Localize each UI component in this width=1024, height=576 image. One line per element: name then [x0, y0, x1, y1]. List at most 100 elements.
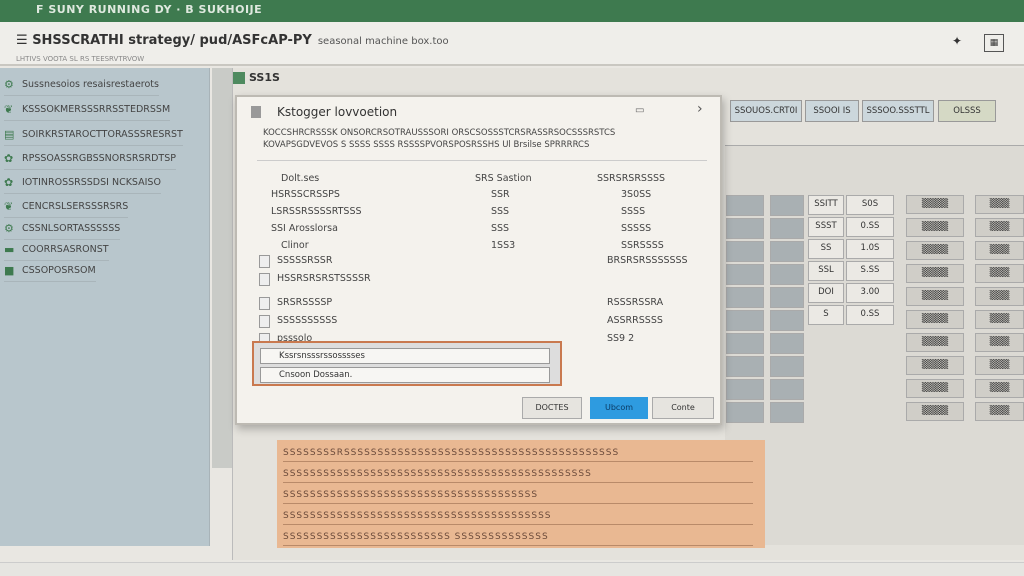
- sidebar-item-label: SOIRKRSTAROCTTORASSSRESRST: [22, 129, 183, 140]
- grid-cell[interactable]: [726, 356, 764, 377]
- primary-button[interactable]: Ubcom: [590, 397, 648, 419]
- grid-id-cell[interactable]: SSITT: [808, 195, 844, 215]
- sidebar-item[interactable]: ✿ RPSSOASSRGBSSNORSRSRDTSP: [4, 150, 176, 170]
- grid-cell[interactable]: [726, 287, 764, 308]
- checkbox[interactable]: [259, 297, 270, 310]
- window-icon: [251, 106, 261, 118]
- grid-cell[interactable]: ▒▒▒: [975, 195, 1024, 214]
- grid-value-cell[interactable]: 0.SS: [846, 305, 894, 325]
- grid-id-cell[interactable]: SSST: [808, 217, 844, 237]
- grid-cell[interactable]: ▒▒▒: [975, 287, 1024, 306]
- grid-cell[interactable]: ▒▒▒▒: [906, 287, 964, 306]
- row-value: SSSS: [621, 206, 646, 217]
- sidebar-item[interactable]: ▬ COORRSASRONST: [4, 241, 109, 261]
- grid-cell[interactable]: ▒▒▒▒: [906, 356, 964, 375]
- sidebar-item[interactable]: ❦ CENCRSLSERSSSRSRS: [4, 198, 129, 218]
- title-tail: seasonal machine box.too: [317, 36, 449, 47]
- grid-cell[interactable]: ▒▒▒: [975, 379, 1024, 398]
- sidebar-item[interactable]: ✿ IOTINROSSRSSDSI NCKSAISO: [4, 174, 161, 194]
- grid-cell[interactable]: ▒▒▒▒: [906, 310, 964, 329]
- grid-cell[interactable]: [726, 195, 764, 216]
- table-row[interactable]: SSSSSSSSSSSSSSSSSSSSSSSSSSSSSSSSSSSSSSSS…: [283, 465, 753, 483]
- grid-value-cell[interactable]: 1.0S: [846, 239, 894, 259]
- grid-cell[interactable]: [726, 333, 764, 354]
- grid-tab[interactable]: SSOUOS.CRT0I: [730, 100, 802, 122]
- grid-id-cell[interactable]: S: [808, 305, 844, 325]
- grid-cell[interactable]: ▒▒▒▒: [906, 402, 964, 421]
- grid-tab[interactable]: SSSOO.SSSTTL: [862, 100, 934, 122]
- grid-cell[interactable]: ▒▒▒: [975, 264, 1024, 283]
- sidebar-item-label: Sussnesoios resaisrestaerots: [22, 79, 159, 90]
- grid-cell[interactable]: [726, 402, 764, 423]
- checkbox[interactable]: [259, 315, 270, 328]
- grid-id-cell[interactable]: SSL: [808, 261, 844, 281]
- grid-cell[interactable]: ▒▒▒▒: [906, 379, 964, 398]
- table-row[interactable]: SSSSSSSSRSSSSSSSSSSSSSSSSSSSSSSSSSSSSSSS…: [283, 444, 753, 462]
- sidebar-item[interactable]: ⚙ CSSNLSORTASSSSSS: [4, 220, 121, 240]
- menu-icon[interactable]: ☰: [16, 33, 28, 48]
- grid-cell[interactable]: [770, 379, 804, 400]
- grid-cell[interactable]: [770, 241, 804, 262]
- grid-cell[interactable]: [770, 218, 804, 239]
- table-row[interactable]: SSSSSSSSSSSSSSSSSSSSSSSSSSSSSSSSSSSSSS: [283, 486, 753, 504]
- grid-id-cell[interactable]: SS: [808, 239, 844, 259]
- grid-cell[interactable]: [770, 264, 804, 285]
- sidebar-item-label: CSSNLSORTASSSSSS: [22, 223, 121, 234]
- pin-icon[interactable]: ✦: [947, 34, 967, 52]
- grid-cell[interactable]: [726, 218, 764, 239]
- grid-cell[interactable]: ▒▒▒▒: [906, 333, 964, 352]
- grid-cell[interactable]: ▒▒▒▒: [906, 264, 964, 283]
- restore-icon[interactable]: ▭: [635, 105, 644, 116]
- table-row[interactable]: SSSSSSSSSSSSSSSSSSSSSSSSSSSSSSSSSSSSSSSS: [283, 507, 753, 525]
- sidebar-item[interactable]: ⚙ Sussnesoios resaisrestaerots: [4, 76, 159, 96]
- check-label: SSSSSRSSR: [277, 255, 333, 266]
- checkbox[interactable]: [259, 255, 270, 268]
- row-label: HSRSSCRSSPS: [271, 189, 340, 200]
- grid-cell[interactable]: [770, 287, 804, 308]
- grid-cell[interactable]: [770, 356, 804, 377]
- grid-value-cell[interactable]: 0.SS: [846, 217, 894, 237]
- title-text: SHSSCRATHI strategy/ pud/ASFcAP-PY: [32, 33, 312, 48]
- grid-cell[interactable]: [726, 241, 764, 262]
- grid-cell[interactable]: [726, 379, 764, 400]
- grid-cell[interactable]: ▒▒▒: [975, 218, 1024, 237]
- scrollbar[interactable]: [212, 68, 232, 468]
- sidebar-item[interactable]: ▤ SOIRKRSTAROCTTORASSSRESRST: [4, 126, 183, 146]
- table-row[interactable]: SSSSSSSSSSSSSSSSSSSSSSSSS SSSSSSSSSSSSSS: [283, 528, 753, 546]
- grid-cell[interactable]: ▒▒▒▒: [906, 195, 964, 214]
- cancel-button[interactable]: Conte: [652, 397, 714, 419]
- sidebar-item[interactable]: ❦ KSSSOKMERSSSRRSSTEDRSSM: [4, 101, 171, 121]
- chevron-right-icon[interactable]: ›: [697, 101, 703, 117]
- folder-icon: ▬: [4, 243, 15, 256]
- grid-tab[interactable]: OLSSS: [938, 100, 996, 122]
- grid-cell[interactable]: [726, 310, 764, 331]
- check-value: SS9 2: [607, 333, 635, 344]
- sidebar-item-label: COORRSASRONST: [22, 244, 109, 255]
- grid-cell[interactable]: ▒▒▒: [975, 241, 1024, 260]
- sidebar-item[interactable]: ■ CSSOPOSRSOM: [4, 262, 96, 282]
- grid-cell[interactable]: ▒▒▒: [975, 333, 1024, 352]
- grid-cell[interactable]: ▒▒▒: [975, 310, 1024, 329]
- grid-cell[interactable]: [770, 402, 804, 423]
- grid-cell[interactable]: ▒▒▒▒: [906, 218, 964, 237]
- list-option[interactable]: Kssrsnsssrssosssses: [260, 348, 550, 364]
- grid-icon[interactable]: ▦: [984, 34, 1004, 52]
- sidebar-item-label: CSSOPOSRSOM: [22, 265, 96, 276]
- grid-value-cell[interactable]: S0S: [846, 195, 894, 215]
- secondary-button[interactable]: DOCTES: [522, 397, 582, 419]
- row-label: LSRSSRSSSSRTSSS: [271, 206, 362, 217]
- grid-cell[interactable]: [726, 264, 764, 285]
- gear-icon: ⚙: [4, 78, 14, 91]
- grid-tab[interactable]: SSOOI IS: [805, 100, 859, 122]
- grid-cell[interactable]: [770, 195, 804, 216]
- list-option[interactable]: Cnsoon Dossaan.: [260, 367, 550, 383]
- grid-id-cell[interactable]: DOI: [808, 283, 844, 303]
- checkbox[interactable]: [259, 273, 270, 286]
- grid-cell[interactable]: ▒▒▒▒: [906, 241, 964, 260]
- grid-cell[interactable]: [770, 333, 804, 354]
- grid-value-cell[interactable]: 3.00: [846, 283, 894, 303]
- grid-cell[interactable]: ▒▒▒: [975, 402, 1024, 421]
- grid-cell[interactable]: [770, 310, 804, 331]
- grid-value-cell[interactable]: S.SS: [846, 261, 894, 281]
- grid-cell[interactable]: ▒▒▒: [975, 356, 1024, 375]
